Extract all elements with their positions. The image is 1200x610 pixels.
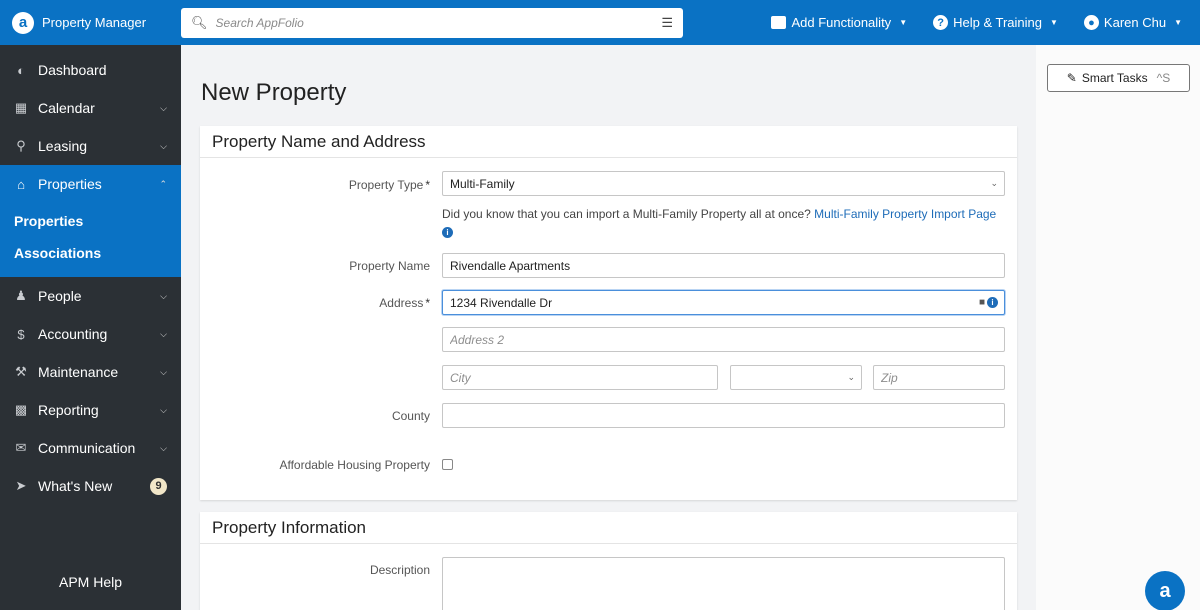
county-input[interactable] (450, 408, 997, 423)
property-name-label: Property Name (349, 259, 430, 273)
caret-down-icon: ▼ (1174, 18, 1182, 27)
user-menu[interactable]: ● Karen Chu ▼ (1083, 15, 1182, 30)
brand[interactable]: a Property Manager (0, 11, 181, 34)
page-title: New Property (201, 79, 347, 106)
address2-field[interactable] (442, 327, 1005, 352)
store-icon (771, 16, 787, 29)
zip-input[interactable] (881, 370, 997, 385)
key-icon: ⚲ (16, 138, 26, 153)
address-field[interactable]: ■ i (442, 290, 1005, 315)
address-label: Address * (379, 296, 430, 310)
county-field[interactable] (442, 403, 1005, 428)
sidebar-item-properties[interactable]: ⌂ Properties ⌃ (0, 165, 181, 203)
sidebar-subitem-properties[interactable]: Properties (0, 205, 181, 237)
shortcut-hint: ^S (1156, 71, 1171, 85)
top-bar: a Property Manager 🔍︎ ☰ Add Functionalit… (0, 0, 1200, 45)
address2-input[interactable] (450, 332, 997, 347)
info-icon[interactable]: i (442, 227, 453, 239)
sidebar-item-leasing[interactable]: ⚲ Leasing ⌵ (0, 127, 181, 165)
apm-help-link[interactable]: APM Help (0, 574, 181, 590)
city-input[interactable] (450, 370, 710, 385)
description-label: Description (369, 563, 430, 577)
filter-sliders-icon[interactable]: ☰ (661, 15, 673, 31)
appfolio-logo-icon: a (12, 11, 34, 34)
add-functionality-menu[interactable]: Add Functionality ▼ (771, 15, 907, 30)
table-icon: ▩ (14, 402, 28, 417)
wrench-icon: ⚒ (15, 364, 27, 379)
caret-down-icon: ▼ (899, 18, 908, 27)
state-select[interactable]: ⌄ (730, 365, 862, 390)
city-field[interactable] (442, 365, 718, 390)
lock-icon: ■ (978, 297, 985, 308)
section-title: Property Information (200, 512, 1017, 544)
search-input[interactable] (215, 15, 662, 30)
property-information-card: Property Information Description (200, 512, 1017, 610)
people-icon: ♟ (15, 288, 27, 303)
chevron-down-icon: ⌵ (160, 102, 167, 113)
help-training-menu[interactable]: ? Help & Training ▼ (933, 15, 1058, 30)
chevron-down-icon: ⌄ (990, 178, 998, 188)
chevron-down-icon: ⌵ (160, 366, 167, 377)
help-icon: ? (933, 15, 949, 30)
sidebar-subitem-associations[interactable]: Associations (0, 237, 181, 269)
sidebar: ◐ Dashboard ▦ Calendar ⌵ ⚲ Leasing ⌵ ⌂ P… (0, 45, 181, 610)
chevron-down-icon: ⌵ (160, 404, 167, 415)
sidebar-item-reporting[interactable]: ▩ Reporting ⌵ (0, 391, 181, 429)
property-type-select[interactable]: Multi-Family ⌄ (442, 171, 1005, 196)
whats-new-count-badge: 9 (150, 477, 167, 495)
help-training-label: Help & Training (953, 15, 1042, 30)
smart-tasks-button[interactable]: ✎ Smart Tasks ^S (1047, 64, 1190, 92)
main-content: New Property Property Name and Address P… (181, 45, 1036, 610)
zip-field[interactable] (873, 365, 1005, 390)
address-input[interactable] (450, 295, 997, 310)
sidebar-item-people[interactable]: ♟ People ⌵ (0, 277, 181, 315)
import-page-link[interactable]: Multi-Family Property Import Page (814, 207, 996, 221)
import-hint: Did you know that you can import a Multi… (442, 207, 997, 239)
affordable-housing-label: Affordable Housing Property (279, 458, 430, 472)
user-name: Karen Chu (1103, 15, 1167, 30)
property-name-input[interactable] (450, 258, 997, 273)
chevron-up-icon: ⌃ (159, 178, 167, 189)
calendar-icon: ▦ (14, 100, 28, 115)
home-icon: ⌂ (17, 176, 25, 192)
sidebar-item-accounting[interactable]: $ Accounting ⌵ (0, 315, 181, 353)
section-title: Property Name and Address (200, 126, 1017, 158)
brand-name: Property Manager (42, 15, 147, 30)
affordable-housing-checkbox[interactable] (442, 459, 453, 470)
right-panel: ✎ Smart Tasks ^S (1036, 45, 1200, 610)
megaphone-icon: ➤ (15, 478, 27, 493)
sidebar-item-calendar[interactable]: ▦ Calendar ⌵ (0, 89, 181, 127)
top-actions: Add Functionality ▼ ? Help & Training ▼ … (771, 0, 1182, 45)
property-type-label: Property Type * (348, 178, 430, 192)
property-name-address-card: Property Name and Address Property Type *… (200, 126, 1017, 500)
appfolio-logo-icon: a (1159, 579, 1171, 602)
sidebar-item-dashboard[interactable]: ◐ Dashboard (0, 51, 181, 89)
dollar-icon: $ (17, 326, 25, 342)
pencil-icon: ✎ (1066, 71, 1077, 85)
dashboard-icon: ◐ (17, 62, 25, 78)
add-functionality-label: Add Functionality (791, 15, 892, 30)
search-bar[interactable]: 🔍︎ ☰ (181, 7, 683, 38)
assistant-fab-button[interactable]: a (1145, 571, 1185, 610)
chevron-down-icon: ⌵ (160, 140, 167, 151)
sidebar-item-whats-new[interactable]: ➤ What's New 9 (0, 467, 181, 505)
description-textarea[interactable] (442, 557, 1005, 610)
chevron-down-icon: ⌵ (160, 328, 167, 339)
caret-down-icon: ▼ (1050, 18, 1058, 27)
chevron-down-icon: ⌵ (160, 442, 167, 453)
user-avatar-icon: ● (1083, 15, 1099, 30)
sidebar-item-communication[interactable]: ✉ Communication ⌵ (0, 429, 181, 467)
properties-subnav: Properties Associations (0, 203, 181, 277)
county-label: County (391, 409, 430, 423)
chat-bubble-icon: ✉ (15, 440, 27, 455)
search-icon: 🔍︎ (191, 14, 208, 30)
chevron-down-icon: ⌵ (160, 290, 167, 301)
sidebar-item-maintenance[interactable]: ⚒ Maintenance ⌵ (0, 353, 181, 391)
info-icon[interactable]: i (987, 297, 998, 308)
property-name-field[interactable] (442, 253, 1005, 278)
chevron-down-icon: ⌄ (847, 372, 855, 382)
